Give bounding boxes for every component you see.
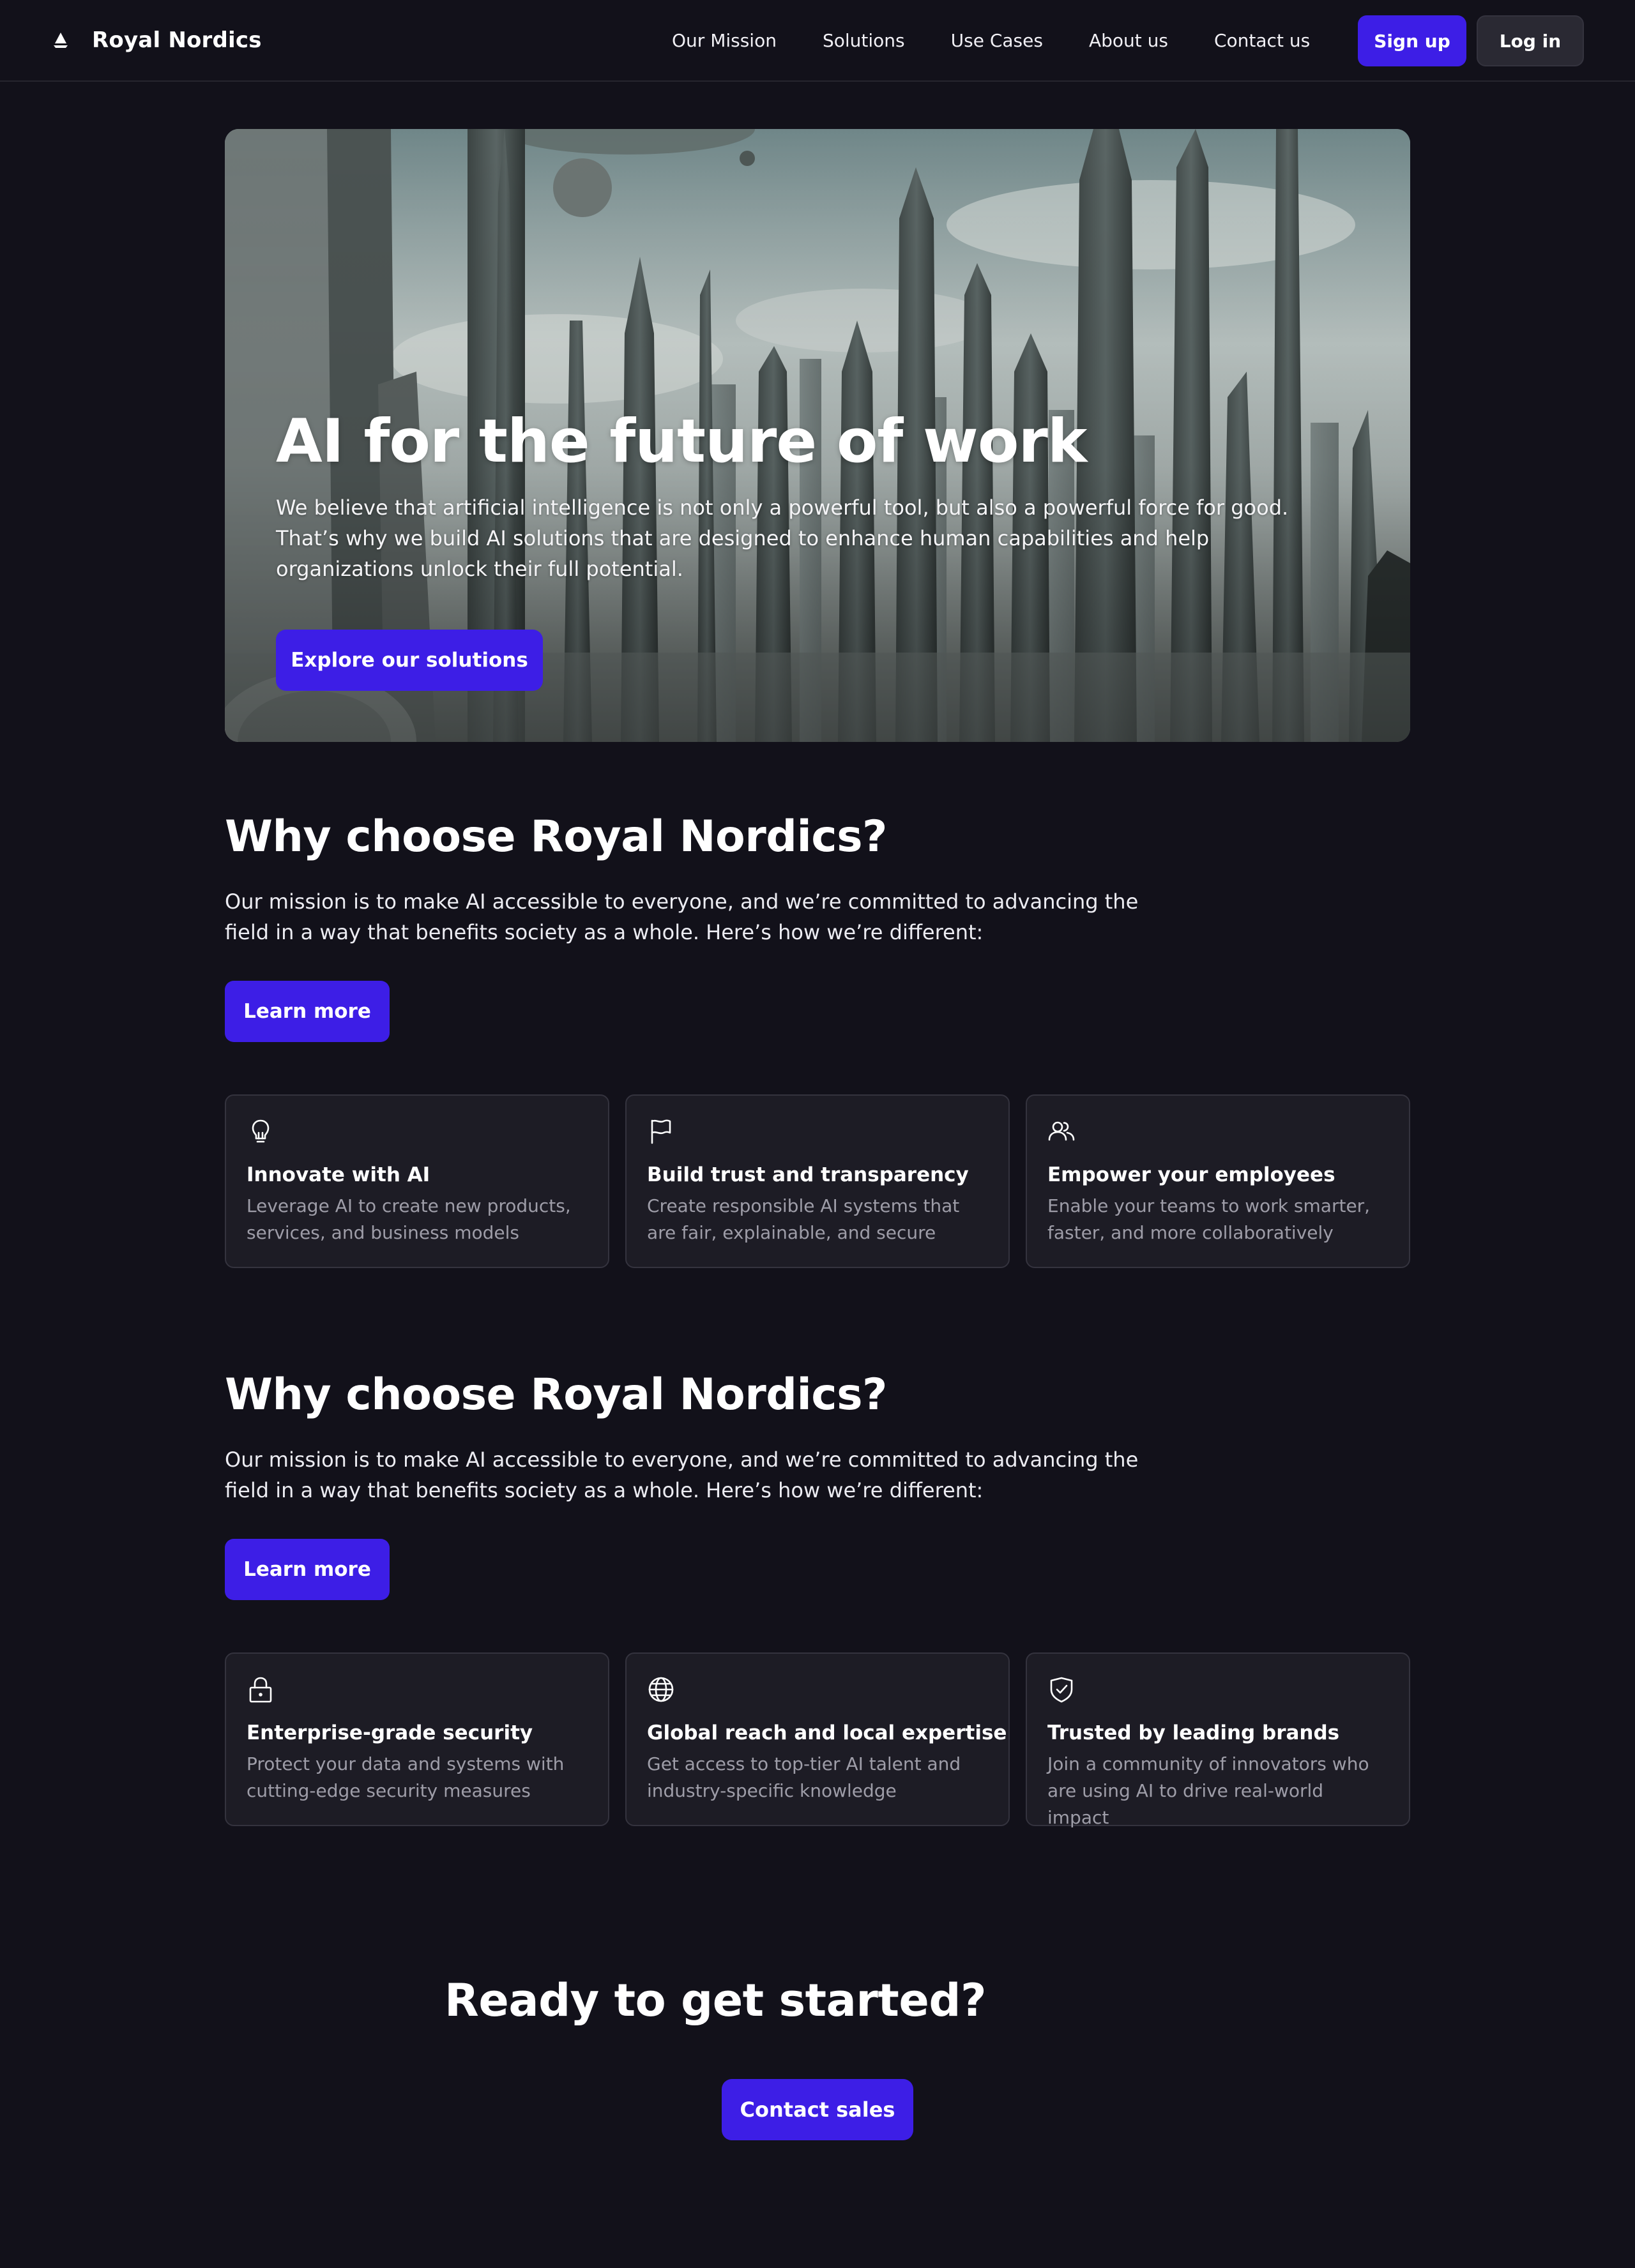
nav-link-use-cases[interactable]: Use Cases: [951, 30, 1043, 51]
nav-link-solutions[interactable]: Solutions: [823, 30, 905, 51]
brand-name: Royal Nordics: [92, 27, 262, 53]
nav-link-about-us[interactable]: About us: [1089, 30, 1168, 51]
feature-card-security: Enterprise-grade security Protect your d…: [225, 1652, 609, 1826]
section-title: Why choose Royal Nordics?: [225, 1370, 887, 1420]
login-button[interactable]: Log in: [1477, 15, 1584, 66]
section-text: Our mission is to make AI accessible to …: [225, 1447, 1139, 1502]
feature-cards: Innovate with AI Leverage AI to create n…: [225, 1094, 1410, 1268]
card-description: Protect your data and systems with cutti…: [247, 1753, 565, 1801]
shield-check-icon: [1050, 1677, 1073, 1702]
cta-title: Ready to get started?: [444, 1974, 987, 2027]
card-description: Get access to top-tier AI talent and ind…: [647, 1753, 961, 1801]
contact-sales-button[interactable]: Contact sales: [722, 2079, 913, 2140]
signup-button[interactable]: Sign up: [1358, 15, 1466, 66]
feature-cards: Enterprise-grade security Protect your d…: [225, 1652, 1410, 1828]
lock-icon: [249, 1677, 272, 1702]
section-text: Our mission is to make AI accessible to …: [225, 889, 1139, 944]
why-choose-section-1: Why choose Royal Nordics? Our mission is…: [225, 811, 1410, 1268]
sailboat-logo-icon: [50, 29, 72, 51]
feature-card-empower: Empower your employees Enable your teams…: [1026, 1094, 1410, 1268]
section-title: Why choose Royal Nordics?: [225, 812, 887, 862]
card-title: Empower your employees: [1047, 1163, 1335, 1186]
card-description: Join a community of innovators who are u…: [1047, 1753, 1369, 1828]
lightbulb-icon: [252, 1119, 270, 1142]
learn-more-button[interactable]: Learn more: [225, 1538, 390, 1600]
feature-card-innovate: Innovate with AI Leverage AI to create n…: [225, 1094, 609, 1268]
card-title: Trusted by leading brands: [1047, 1721, 1340, 1744]
nav-link-contact-us[interactable]: Contact us: [1214, 30, 1310, 51]
feature-card-trusted: Trusted by leading brands Join a communi…: [1026, 1652, 1410, 1828]
flag-icon: [651, 1119, 671, 1144]
card-description: Leverage AI to create new products, serv…: [247, 1195, 571, 1243]
card-description: Create responsible AI systems that are f…: [647, 1195, 960, 1243]
explore-solutions-button[interactable]: Explore our solutions: [276, 630, 543, 691]
nav-links: Our Mission Solutions Use Cases About us…: [672, 23, 1310, 57]
why-choose-section-2: Why choose Royal Nordics? Our mission is…: [225, 1369, 1410, 1828]
card-title: Enterprise-grade security: [247, 1721, 533, 1744]
hero-title: AI for the future of work: [276, 407, 1087, 476]
card-description: Enable your teams to work smarter, faste…: [1047, 1195, 1371, 1243]
nav-link-our-mission[interactable]: Our Mission: [672, 30, 777, 51]
top-navbar: Royal Nordics Our Mission Solutions Use …: [0, 0, 1635, 82]
users-icon: [1048, 1121, 1075, 1140]
learn-more-button[interactable]: Learn more: [225, 980, 390, 1042]
card-title: Global reach and local expertise: [647, 1721, 1007, 1744]
globe-icon: [648, 1677, 674, 1702]
feature-card-trust: Build trust and transparency Create resp…: [625, 1094, 1010, 1268]
brand[interactable]: Royal Nordics: [50, 23, 262, 57]
card-title: Innovate with AI: [247, 1163, 430, 1186]
hero-subtitle: We believe that artificial intelligence …: [276, 495, 1289, 582]
hero-banner: AI for the future of work We believe tha…: [225, 129, 1410, 742]
hero-content: AI for the future of work We believe tha…: [276, 409, 1362, 584]
card-title: Build trust and transparency: [647, 1163, 969, 1186]
feature-card-global: Global reach and local expertise Get acc…: [625, 1652, 1010, 1826]
